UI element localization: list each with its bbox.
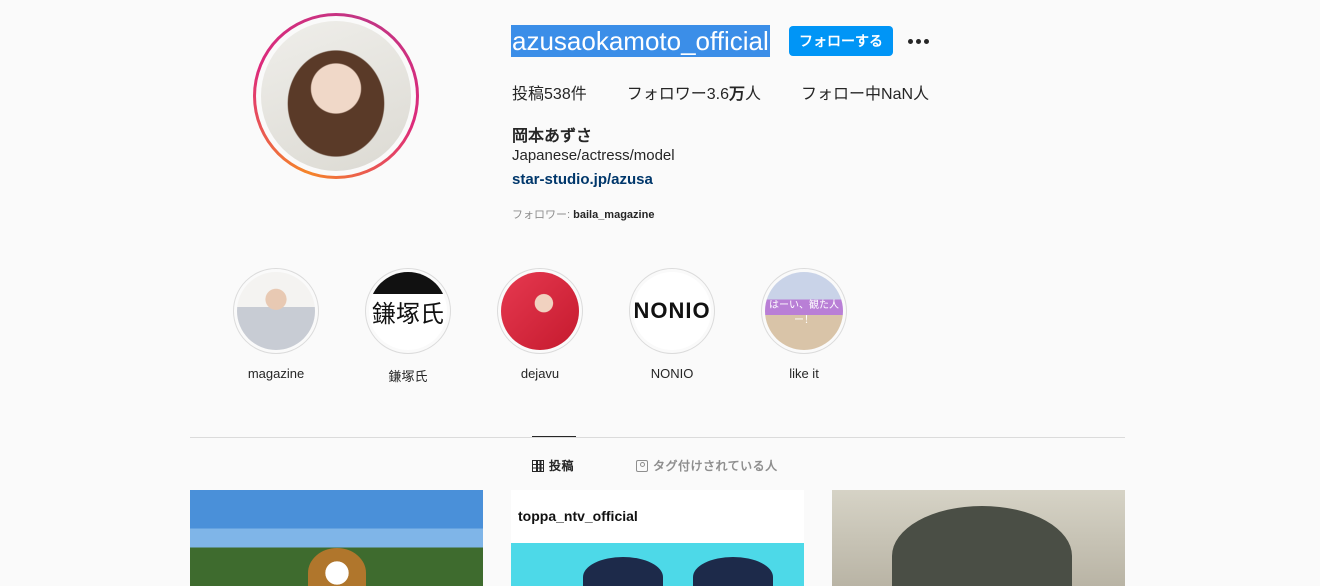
follow-button[interactable]: フォローする — [789, 26, 893, 56]
tab-tagged[interactable]: タグ付けされている人 — [636, 457, 778, 474]
highlight-like-it[interactable]: はーい、観た人ー！ like it — [760, 268, 848, 381]
following-label: フォロー中 — [801, 86, 882, 103]
followed-by-label: フォロワー: — [512, 209, 574, 221]
profile-avatar-frame — [256, 16, 416, 176]
followers-label: フォロワー — [626, 86, 707, 103]
tab-posts-label: 投稿 — [549, 459, 575, 473]
followed-by-user: baila_magazine — [573, 209, 655, 221]
highlight-label: 鎌塚氏 — [388, 369, 428, 384]
posts-count-value: 538 — [544, 86, 571, 103]
highlight-nonio[interactable]: NONIO NONIO — [628, 268, 716, 381]
highlight-kamazukashi[interactable]: 鎌塚氏 鎌塚氏 — [364, 268, 452, 385]
followers-suffix: 人 — [745, 86, 762, 103]
highlight-ring — [497, 268, 583, 354]
highlight-label: NONIO — [650, 366, 694, 381]
post-thumbnail[interactable]: toppa_ntv_official — [511, 490, 804, 586]
following-count-stat[interactable]: フォロー中NaN人 — [801, 80, 929, 104]
more-dot-icon — [915, 38, 921, 44]
following-value: NaN — [881, 86, 914, 103]
profile-avatar[interactable] — [261, 21, 411, 171]
profile-website-link[interactable]: star-studio.jp/azusa — [512, 171, 653, 188]
followers-unit: 万 — [729, 86, 746, 103]
followed-by-text[interactable]: フォロワー: baila_magazine — [512, 206, 654, 222]
highlight-dejavu[interactable]: dejavu — [496, 268, 584, 381]
tabs-divider — [190, 437, 1125, 438]
highlight-ring: 鎌塚氏 — [365, 268, 451, 354]
following-suffix: 人 — [913, 86, 930, 103]
followers-value: 3.6 — [706, 86, 729, 103]
profile-full-name: 岡本あずさ — [512, 128, 593, 145]
highlight-ring: NONIO — [629, 268, 715, 354]
posts-count-suffix: 件 — [570, 86, 587, 103]
highlight-ring — [233, 268, 319, 354]
highlight-thumbnail: NONIO — [633, 272, 711, 350]
highlight-label: dejavu — [520, 366, 560, 381]
more-options-button[interactable] — [904, 30, 932, 52]
highlight-thumbnail — [501, 272, 579, 350]
highlight-thumbnail — [237, 272, 315, 350]
post-thumbnail[interactable] — [832, 490, 1125, 586]
tab-posts[interactable]: 投稿 — [532, 457, 574, 474]
posts-count-label: 投稿 — [512, 86, 545, 103]
profile-avatar-ring[interactable] — [253, 13, 419, 179]
followers-count-stat[interactable]: フォロワー3.6万人 — [627, 80, 761, 104]
profile-stats: 投稿538件 フォロワー3.6万人 フォロー中NaN人 — [512, 80, 969, 104]
tagged-person-icon — [636, 459, 648, 472]
grid-icon — [532, 459, 544, 472]
post-image-band — [511, 543, 804, 586]
profile-username: azusaokamoto_official — [511, 25, 770, 57]
active-tab-indicator — [532, 436, 576, 437]
more-dot-icon — [923, 38, 929, 44]
profile-bio: Japanese/actress/model — [512, 147, 675, 164]
highlight-label: magazine — [247, 366, 305, 381]
posts-count-stat: 投稿538件 — [512, 80, 587, 104]
post-thumbnail[interactable] — [190, 490, 483, 586]
highlight-thumbnail: はーい、観た人ー！ — [765, 272, 843, 350]
highlight-thumbnail: 鎌塚氏 — [369, 272, 447, 350]
post-caption: toppa_ntv_official — [518, 508, 638, 524]
highlight-ring: はーい、観た人ー！ — [761, 268, 847, 354]
highlight-label: like it — [789, 366, 819, 381]
more-dot-icon — [907, 38, 913, 44]
highlight-magazine[interactable]: magazine — [232, 268, 320, 381]
tab-tagged-label: タグ付けされている人 — [653, 459, 778, 473]
